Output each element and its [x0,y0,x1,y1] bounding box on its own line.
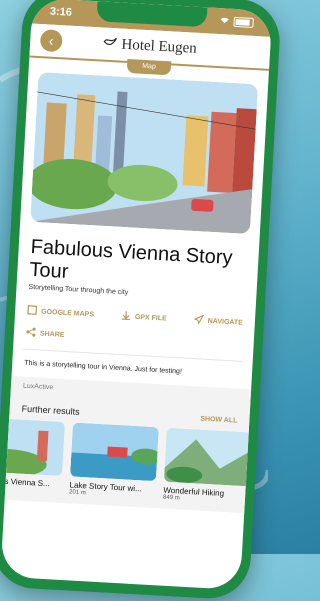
map-tab-label: Map [142,62,156,71]
result-card[interactable]: Wonderful Hiking 849 m [163,427,253,506]
result-thumbnail [70,422,159,482]
brand-name: Hotel Eugen [121,36,198,57]
result-card[interactable]: Lake Story Tour wi... 201 m [69,422,159,500]
share-icon [26,327,37,340]
results-carousel: Fabulous Vienna S... Lake Story Tour wi.… [0,417,253,505]
brand-logo: Hotel Eugen [103,35,197,57]
result-thumbnail [163,427,253,487]
further-results-section: LuxActive Further results SHOW ALL Fabul… [0,375,253,514]
phone-frame: 3:16 ‹ Hotel Eugen Map Fabulous Vienna S… [0,0,282,601]
share-label: SHARE [39,330,65,339]
further-results-heading: Further results [21,403,80,417]
show-all-link[interactable]: SHOW ALL [200,415,237,424]
navigate-button[interactable]: NAVIGATE [193,314,243,329]
share-button[interactable]: SHARE [26,327,242,351]
result-thumbnail [0,417,66,476]
download-icon [121,310,132,323]
status-time: 3:16 [49,5,73,19]
back-button[interactable]: ‹ [39,29,63,53]
result-card[interactable]: Fabulous Vienna S... [0,417,66,495]
result-name: Fabulous Vienna S... [0,475,50,489]
chevron-left-icon: ‹ [48,32,55,49]
hero-image [30,72,259,235]
google-maps-label: GOOGLE MAPS [40,308,95,318]
gpx-label: GPX FILE [134,313,167,323]
map-icon [27,305,38,318]
google-maps-button[interactable]: GOOGLE MAPS [27,305,94,321]
action-row: GOOGLE MAPS GPX FILE NAVIGATE [15,304,255,329]
bird-icon [103,35,118,53]
navigate-icon [193,314,205,327]
gpx-file-button[interactable]: GPX FILE [121,310,168,325]
wifi-icon [219,15,230,28]
app-screen: 3:16 ‹ Hotel Eugen Map Fabulous Vienna S… [0,0,273,591]
battery-icon [233,16,254,28]
map-tab[interactable]: Map [126,58,172,76]
navigate-label: NAVIGATE [207,317,244,327]
